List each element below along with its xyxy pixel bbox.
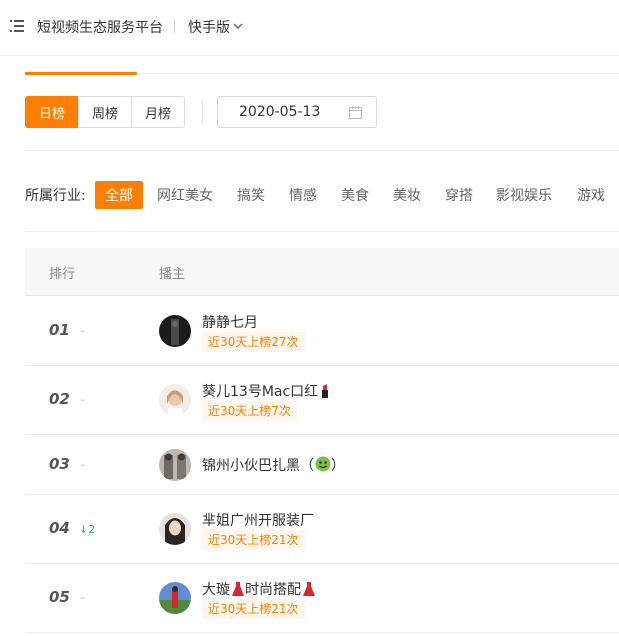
column-host: 播主 [159,267,186,282]
industry-beauty-influencer[interactable]: 网红美女 [154,181,216,209]
host-name[interactable]: 葵儿13号Mac口红 [202,381,331,401]
rank-number: 04 [49,519,70,537]
industry-food[interactable]: 美食 [336,181,374,209]
chart-count-badge: 近30天上榜7次 [202,401,297,421]
green-face-icon [315,456,331,472]
host-name[interactable]: 静静七月 [202,312,258,332]
menu-icon[interactable] [10,19,24,33]
red-dress-icon [232,582,244,596]
industry-comedy[interactable]: 搞笑 [232,181,270,209]
host-name-text: 锦州小伙巴扎黑（ [202,458,314,474]
host-name[interactable]: 芈姐广州开服装厂 [202,510,314,530]
avatar[interactable] [159,582,191,614]
version-selector[interactable]: 快手版 [188,17,230,37]
table-row[interactable]: 01 – 静静七月 近30天上榜27次 [25,297,619,366]
industry-label: 所属行业: [25,188,86,204]
rank-number: 02 [49,390,70,408]
red-dress-icon [303,582,315,596]
rank-number: 01 [49,321,70,339]
date-picker[interactable]: 2020-05-13 [217,96,377,128]
avatar[interactable] [159,315,191,347]
avatar[interactable] [159,384,191,416]
chart-count-badge: 近30天上榜21次 [202,599,305,619]
table-header: 排行 播主 [25,248,619,296]
rank-trend: – [80,458,86,471]
host-name[interactable]: 大璇 时尚搭配 [202,579,316,599]
divider [25,150,619,151]
avatar[interactable] [159,449,191,481]
tab-daily[interactable]: 日榜 [25,96,79,128]
table-row[interactable]: 02 – 葵儿13号Mac口红 近30天上榜7次 [25,366,619,435]
rank-number: 05 [49,588,70,606]
table-row[interactable]: 05 – 大璇 时尚搭配 近30天上榜21次 [25,564,619,633]
period-tabs: 日榜 周榜 月榜 [25,96,185,128]
industry-film-entertainment[interactable]: 影视娱乐 [493,181,555,209]
host-name-text: 葵儿13号Mac口红 [202,384,319,400]
lipstick-icon [322,384,329,398]
industry-emotion[interactable]: 情感 [284,181,322,209]
industry-makeup[interactable]: 美妆 [388,181,426,209]
top-header: 短视频生态服务平台 快手版 [0,0,619,56]
tab-monthly[interactable]: 月榜 [131,96,185,128]
chart-count-badge: 近30天上榜21次 [202,530,305,550]
app-title: 短视频生态服务平台 [37,20,163,36]
table-row[interactable]: 03 – 锦州小伙巴扎黑（ ） [25,435,619,495]
rank-trend-down: ↓2 [79,523,96,536]
avatar[interactable] [159,513,191,545]
host-name-text: 大璇 [202,582,230,598]
host-name-suffix: ） [331,458,345,474]
table-row[interactable]: 04 ↓2 芈姐广州开服装厂 近30天上榜21次 [25,495,619,564]
rank-trend: – [80,591,86,604]
header-separator [174,19,175,33]
divider [25,231,619,232]
column-rank: 排行 [49,267,76,282]
industry-all[interactable]: 全部 [95,181,143,209]
toolbar-divider [202,100,203,124]
tab-weekly[interactable]: 周榜 [78,96,132,128]
chevron-down-icon[interactable] [232,20,244,32]
date-value: 2020-05-13 [239,104,321,120]
host-name[interactable]: 锦州小伙巴扎黑（ ） [202,455,345,475]
chart-count-badge: 近30天上榜27次 [202,332,305,352]
industry-outfit[interactable]: 穿搭 [440,181,478,209]
rank-number: 03 [49,455,70,473]
active-tab-indicator [25,72,137,75]
rank-trend: – [80,393,86,406]
host-name-text-2: 时尚搭配 [245,582,301,598]
calendar-icon[interactable] [349,106,362,119]
rank-trend: – [80,324,86,337]
industry-games[interactable]: 游戏 [572,181,610,209]
